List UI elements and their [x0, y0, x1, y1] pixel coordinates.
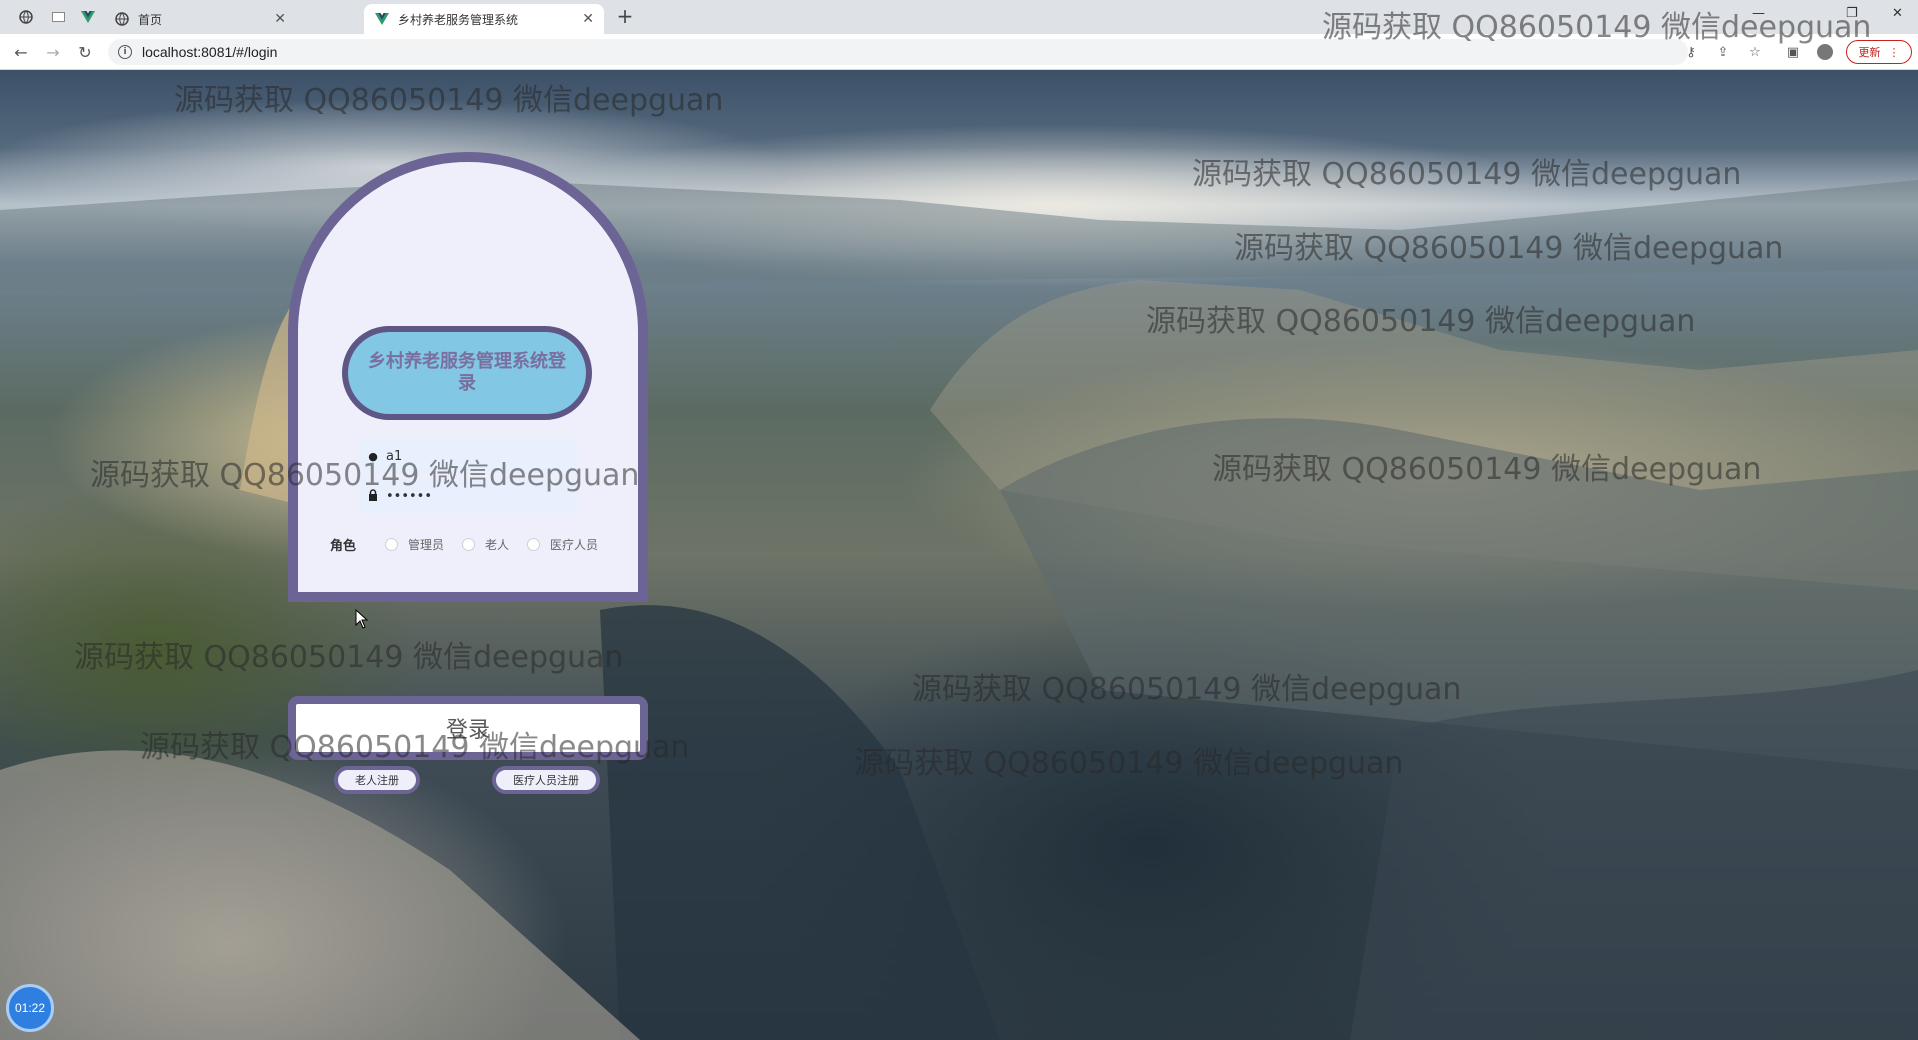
vue-logo-icon [81, 11, 95, 23]
login-title: 乡村养老服务管理系统登录 [342, 326, 592, 420]
radio-icon[interactable] [527, 537, 541, 551]
register-elder-button[interactable]: 老人注册 [334, 766, 420, 794]
profile-icon[interactable] [1816, 43, 1834, 61]
new-tab-button[interactable]: + [612, 5, 638, 29]
password-input[interactable] [386, 488, 566, 504]
more-menu-icon: ⋮ [1888, 45, 1900, 59]
update-label: 更新 [1858, 46, 1881, 59]
role-option-label: 老人 [485, 537, 510, 552]
close-icon[interactable]: ✕ [582, 11, 594, 27]
reload-icon[interactable]: ↻ [74, 41, 96, 63]
username-field[interactable]: ● [358, 438, 578, 474]
role-option-label: 医疗人员 [550, 537, 599, 552]
close-icon[interactable]: ✕ [274, 11, 286, 27]
role-option-admin[interactable]: 管理员 [385, 536, 444, 553]
minimize-icon[interactable]: — [1752, 6, 1765, 21]
lock-icon [366, 488, 380, 504]
restore-icon[interactable]: ❐ [1846, 6, 1858, 21]
radio-icon[interactable] [462, 537, 476, 551]
forward-icon[interactable]: → [42, 41, 64, 63]
bookmark-star-icon[interactable]: ☆ [1746, 43, 1764, 61]
key-icon[interactable]: ⚷ [1682, 43, 1700, 61]
tab-title: 首页 [138, 12, 163, 27]
vue-logo-icon [374, 11, 390, 27]
site-info-icon[interactable]: i [118, 45, 132, 59]
blank-page-icon [51, 12, 65, 22]
back-icon[interactable]: ← [10, 41, 32, 63]
role-option-label: 管理员 [408, 537, 445, 552]
password-field[interactable] [358, 478, 578, 514]
role-option-elder[interactable]: 老人 [462, 536, 509, 553]
tab-home[interactable]: 首页 ✕ [104, 4, 296, 34]
update-button[interactable]: 更新 ⋮ [1846, 40, 1912, 64]
side-panel-icon[interactable]: ▣ [1784, 43, 1802, 61]
share-icon[interactable]: ⇪ [1714, 43, 1732, 61]
role-option-medic[interactable]: 医疗人员 [527, 536, 598, 553]
tab-title: 乡村养老服务管理系统 [398, 12, 519, 27]
login-button-label: 登录 [445, 718, 490, 743]
pinned-tab-vue[interactable] [74, 5, 102, 29]
user-icon: ● [368, 449, 378, 463]
url-field[interactable]: i localhost:8081/#/login [108, 39, 1688, 65]
radio-icon[interactable] [385, 537, 398, 551]
browser-tab-strip: 首页 ✕ 乡村养老服务管理系统 ✕ + — ❐ ✕ [0, 0, 1918, 34]
login-button[interactable]: 登录 [288, 696, 648, 760]
globe-icon [19, 10, 33, 24]
username-input[interactable] [386, 448, 566, 464]
tab-login[interactable]: 乡村养老服务管理系统 ✕ [364, 4, 604, 34]
recording-timer-badge: 01:22 [6, 984, 54, 1032]
address-bar: ← → ↻ i localhost:8081/#/login ⚷ ⇪ ☆ ▣ 更… [0, 34, 1918, 70]
pinned-tab-globe[interactable] [12, 5, 40, 29]
mouse-cursor-icon [355, 609, 369, 629]
register-elder-label: 老人注册 [355, 774, 399, 787]
role-selector: 角色 管理员 老人 医疗人员 [330, 534, 616, 554]
url-text: localhost:8081/#/login [142, 44, 278, 60]
close-window-icon[interactable]: ✕ [1892, 6, 1903, 21]
pinned-tab-blank[interactable] [44, 5, 72, 29]
register-medic-button[interactable]: 医疗人员注册 [492, 766, 600, 794]
globe-icon [114, 11, 130, 27]
register-medic-label: 医疗人员注册 [513, 774, 579, 787]
role-label: 角色 [330, 538, 357, 554]
